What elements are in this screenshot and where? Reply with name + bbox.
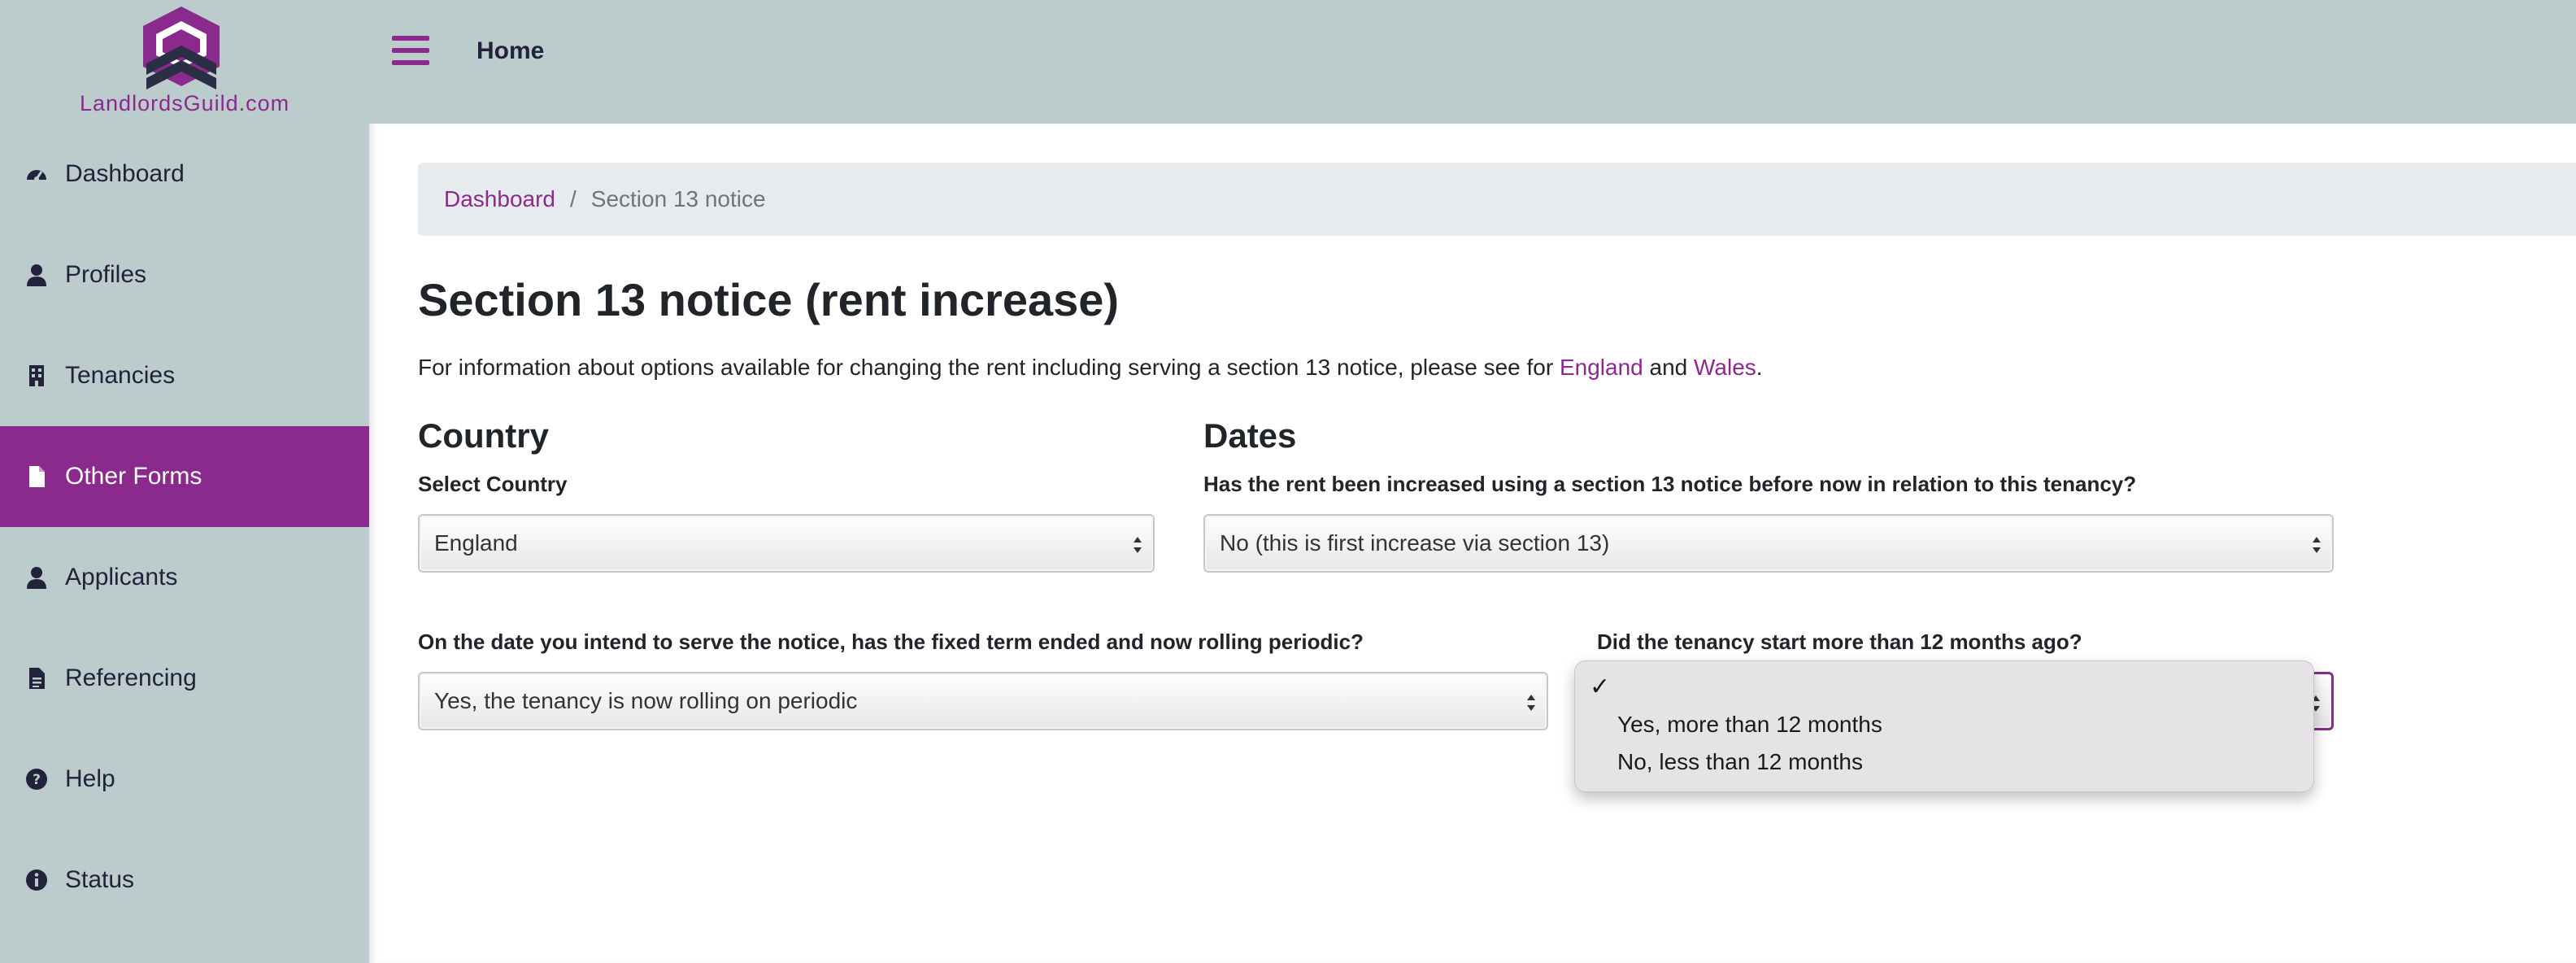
document-icon <box>24 464 49 489</box>
sidebar-item-applicants[interactable]: Applicants <box>0 527 369 628</box>
sidebar-item-label: Other Forms <box>65 463 202 490</box>
page-title: Section 13 notice (rent increase) <box>418 274 1120 325</box>
sidebar-item-label: Applicants <box>65 564 178 590</box>
sidebar-item-profiles[interactable]: Profiles <box>0 224 369 325</box>
logo-mark <box>143 7 220 89</box>
brand-logo[interactable]: LandlordsGuild.com <box>80 5 290 119</box>
info-circle-icon <box>24 868 49 892</box>
dates-heading: Dates <box>1203 416 1297 455</box>
sidebar-item-tenancies[interactable]: Tenancies <box>0 325 369 426</box>
speedometer-icon <box>24 162 49 186</box>
intro-and: and <box>1643 355 1695 380</box>
svg-text:?: ? <box>33 772 41 788</box>
top-bar: LandlordsGuild.com Home <box>0 0 2576 124</box>
sidebar-item-referencing[interactable]: Referencing <box>0 628 369 729</box>
fixed-term-select[interactable]: Yes, the tenancy is now rolling on perio… <box>418 672 1548 730</box>
fixed-term-value: Yes, the tenancy is now rolling on perio… <box>434 688 858 713</box>
breadcrumb-separator: / <box>569 186 577 211</box>
sidebar-item-label: Status <box>65 866 135 893</box>
sidebar-item-label: Dashboard <box>65 160 185 187</box>
select-arrows-icon <box>1527 695 1535 711</box>
intro-text-start: For information about options available … <box>418 355 1560 380</box>
select-arrows-icon <box>2313 537 2321 553</box>
sidebar-item-other-forms[interactable]: Other Forms <box>0 426 369 527</box>
sidebar-item-label: Tenancies <box>65 362 176 389</box>
breadcrumb-dashboard-link[interactable]: Dashboard <box>444 186 555 212</box>
sidebar-item-status[interactable]: Status <box>0 830 369 930</box>
breadcrumb-current: Section 13 notice <box>590 186 766 211</box>
file-text-icon <box>24 666 49 691</box>
person-icon <box>24 263 49 287</box>
dropdown-option-no[interactable]: No, less than 12 months <box>1617 749 1863 775</box>
sidebar-item-help[interactable]: ? Help <box>0 729 369 830</box>
country-heading: Country <box>418 416 549 455</box>
sidebar-item-label: Help <box>65 765 115 792</box>
home-link[interactable]: Home <box>476 37 544 65</box>
select-country-label: Select Country <box>418 472 568 496</box>
dropdown-option-yes[interactable]: Yes, more than 12 months <box>1617 712 1882 738</box>
england-link[interactable]: England <box>1560 355 1643 380</box>
sidebar-item-dashboard[interactable]: Dashboard <box>0 124 369 224</box>
sidebar: Dashboard Profiles Tenancies Other Forms… <box>0 124 369 963</box>
sidebar-item-label: Profiles <box>65 261 147 288</box>
tenancy-start-label: Did the tenancy start more than 12 month… <box>1597 630 2082 654</box>
wales-link[interactable]: Wales <box>1694 355 1756 380</box>
intro-end: . <box>1756 355 1763 380</box>
select-arrows-icon <box>1134 537 1142 553</box>
hamburger-icon[interactable] <box>392 36 429 68</box>
logo-text: LandlordsGuild.com <box>80 91 290 115</box>
person-icon <box>24 565 49 590</box>
intro-text: For information about options available … <box>418 355 1763 381</box>
breadcrumb: Dashboard / Section 13 notice <box>418 163 2576 236</box>
main-content: Dashboard / Section 13 notice Section 13… <box>369 124 2576 963</box>
check-icon: ✓ <box>1590 673 1611 700</box>
tenancy-start-dropdown: ✓ Yes, more than 12 months No, less than… <box>1574 660 2314 792</box>
fixed-term-label: On the date you intend to serve the noti… <box>418 630 1364 654</box>
country-select[interactable]: England <box>418 514 1155 573</box>
prior-increase-select[interactable]: No (this is first increase via section 1… <box>1203 514 2334 573</box>
prior-increase-label: Has the rent been increased using a sect… <box>1203 472 2137 496</box>
prior-increase-value: No (this is first increase via section 1… <box>1220 530 1610 556</box>
question-circle-icon: ? <box>24 767 49 791</box>
country-select-value: England <box>434 530 518 556</box>
sidebar-item-label: Referencing <box>65 665 197 691</box>
building-icon <box>24 364 49 388</box>
